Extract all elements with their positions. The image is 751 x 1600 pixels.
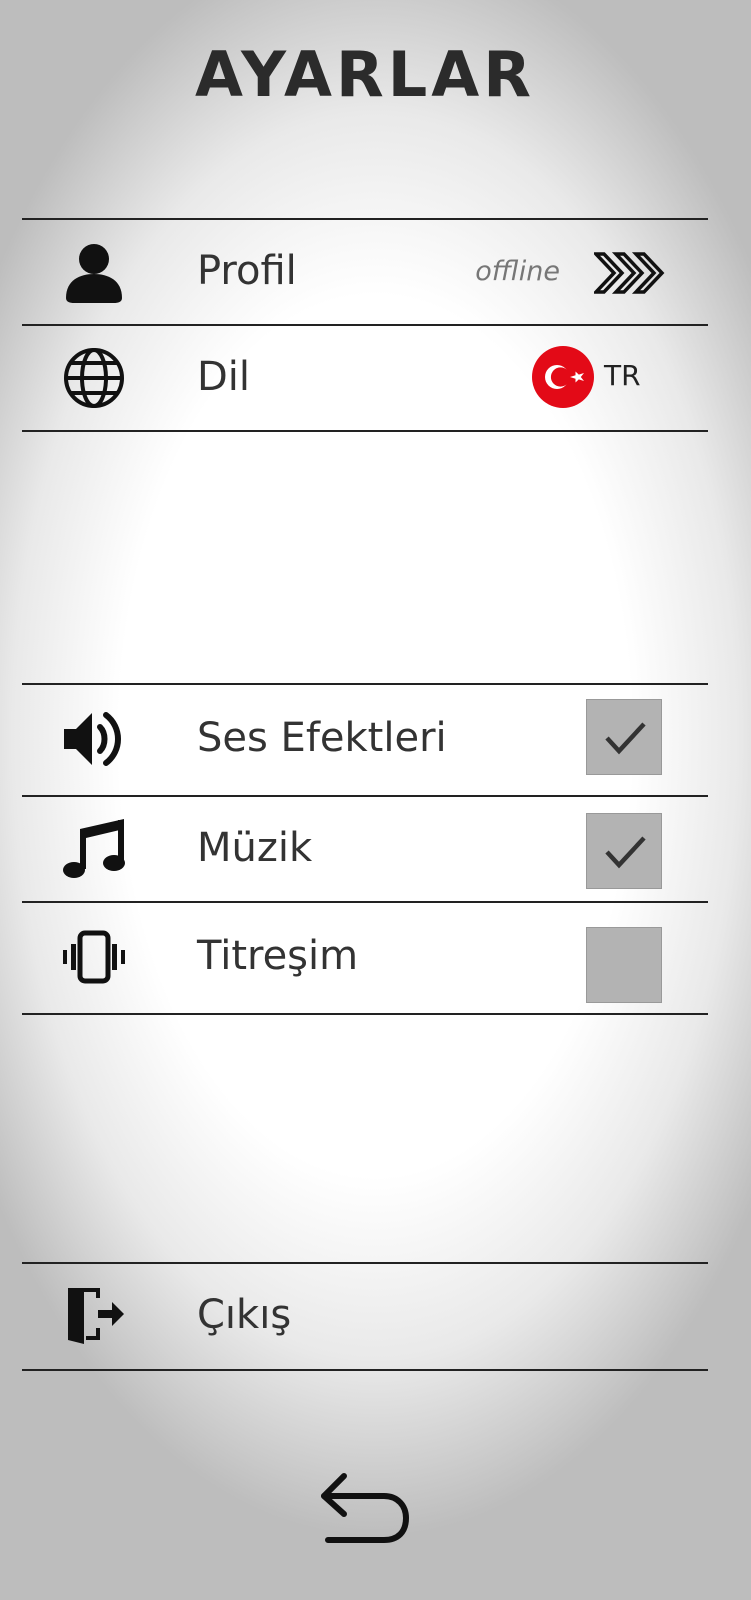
language-code: TR (604, 359, 641, 392)
triple-chevron-right-icon[interactable] (591, 250, 666, 296)
divider (22, 430, 708, 432)
sound-effects-checkbox[interactable] (586, 699, 662, 775)
globe-icon (62, 346, 126, 410)
exit-row[interactable]: Çıkış (22, 1264, 708, 1370)
divider (22, 1013, 708, 1015)
speaker-icon (62, 707, 126, 771)
sound-effects-row[interactable]: Ses Efektleri (22, 685, 708, 795)
vibration-row[interactable]: Titreşim (22, 903, 708, 1013)
sound-effects-label: Ses Efektleri (197, 715, 447, 761)
vibrate-icon (62, 925, 126, 989)
vibration-checkbox[interactable] (586, 927, 662, 1003)
vibration-label: Titreşim (197, 933, 359, 979)
divider (22, 1369, 708, 1371)
turkey-flag-icon (532, 346, 594, 408)
language-row[interactable]: Dil TR (22, 326, 708, 430)
music-row[interactable]: Müzik (22, 797, 708, 901)
profile-label: Profil (197, 248, 297, 294)
music-checkbox[interactable] (586, 813, 662, 889)
music-note-icon (62, 817, 126, 881)
user-icon (62, 240, 126, 304)
page-title: AYARLAR (195, 38, 535, 111)
exit-label: Çıkış (197, 1292, 292, 1338)
music-label: Müzik (197, 825, 313, 871)
language-label: Dil (197, 354, 251, 400)
profile-status: offline (475, 256, 560, 287)
back-arrow-icon[interactable] (318, 1470, 412, 1554)
profile-row[interactable]: Profil offline (22, 220, 708, 326)
exit-door-icon (62, 1284, 126, 1348)
